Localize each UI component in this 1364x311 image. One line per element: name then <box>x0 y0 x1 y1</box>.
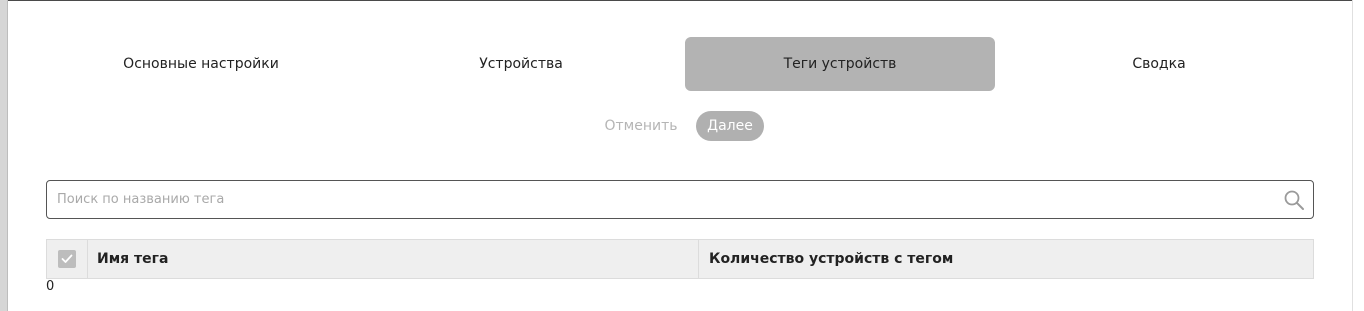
tags-table: Имя тега Количество устройств с тегом <box>46 239 1314 279</box>
next-button[interactable]: Далее <box>696 111 764 141</box>
search-icon[interactable] <box>1283 189 1305 211</box>
wizard-actions: Отменить Далее <box>0 111 1364 141</box>
window-top-border <box>0 0 1364 1</box>
step-summary[interactable]: Сводка <box>1004 37 1314 91</box>
total-count: 0 <box>46 279 55 294</box>
column-header-tag-name[interactable]: Имя тега <box>88 240 699 278</box>
search-input[interactable] <box>47 181 1267 218</box>
window-scrollbar-track[interactable] <box>1352 0 1364 311</box>
select-all-checkbox[interactable] <box>58 250 76 268</box>
select-all-cell <box>47 240 88 278</box>
step-devices[interactable]: Устройства <box>366 37 676 91</box>
tag-search <box>46 180 1314 219</box>
wizard-steps: Основные настройки Устройства Теги устро… <box>46 37 1314 91</box>
step-device-tags[interactable]: Теги устройств <box>685 37 995 91</box>
cancel-button[interactable]: Отменить <box>600 111 682 141</box>
column-header-device-count[interactable]: Количество устройств с тегом <box>700 240 1313 278</box>
step-basic-settings[interactable]: Основные настройки <box>46 37 356 91</box>
checkmark-icon <box>61 254 73 263</box>
window-left-edge <box>0 0 8 311</box>
